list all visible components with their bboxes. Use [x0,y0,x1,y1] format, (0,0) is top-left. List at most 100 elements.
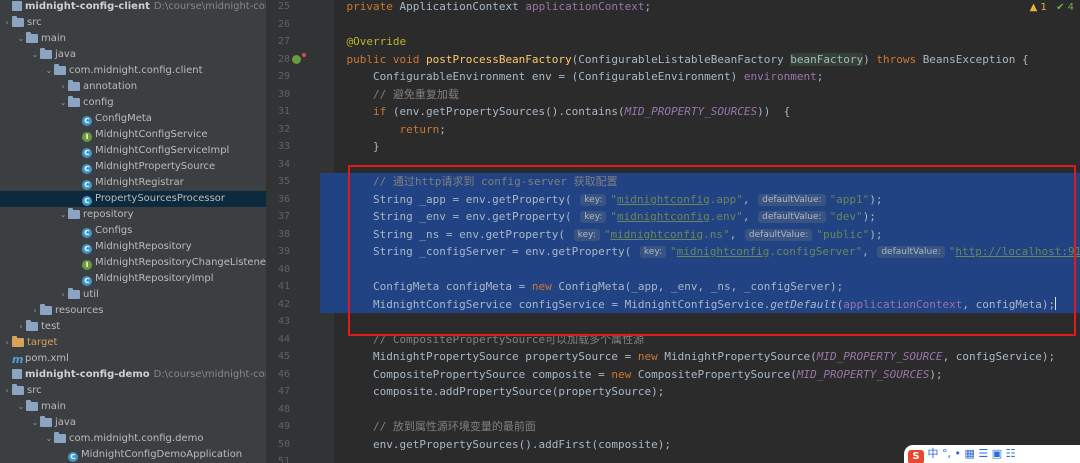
code-line[interactable]: MidnightPropertySource propertySource = … [320,348,1080,366]
expand-arrow-icon[interactable]: ⌄ [44,63,54,79]
inspection-status[interactable]: ▲ 1 ✔ 4 [1030,2,1074,13]
tree-item[interactable]: ⌄ java [0,415,266,431]
code-line[interactable]: MidnightConfigService configService = Mi… [320,295,1080,313]
tree-item[interactable]: C MidnightConfigServiceImpl [0,143,266,159]
code-token: ); [862,210,876,223]
expand-arrow-icon[interactable]: › [16,319,26,335]
tree-item[interactable]: ⌄ main [0,31,266,47]
expand-arrow-icon[interactable]: ⌄ [58,207,68,223]
code-line[interactable]: String _configServer = env.getProperty( … [320,243,1080,261]
line-number: 39 [277,246,290,257]
code-line[interactable] [320,156,1080,174]
code-line[interactable]: } [320,138,1080,156]
tree-item[interactable]: C MidnightPropertySource [0,159,266,175]
expand-arrow-icon[interactable]: ⌄ [30,415,40,431]
code-line[interactable]: // 通过http请求到 config-server 获取配置 [320,173,1080,191]
code-line[interactable]: // 放到属性源环境变量的最前面 [320,418,1080,436]
expand-arrow-icon[interactable]: ⌄ [16,31,26,47]
line-number: 45 [277,351,290,362]
expand-arrow-icon[interactable]: › [58,287,68,303]
parameter-hint: defaultValue: [744,228,813,241]
tree-item[interactable]: ⌄ config [0,95,266,111]
code-token: CompositePropertySource( [637,367,797,381]
code-line[interactable] [320,401,1080,419]
tree-item-label: PropertySourcesProcessor [95,193,226,204]
code-line[interactable]: ConfigMeta configMeta = new ConfigMeta(_… [320,278,1080,296]
tree-item[interactable]: › util [0,287,266,303]
check-count[interactable]: ✔ 4 [1056,2,1074,13]
tree-item-label: MidnightRepositoryChangeListener [95,257,266,268]
expand-arrow-icon[interactable]: ⌄ [58,95,68,111]
expand-arrow-icon[interactable]: ⌄ [16,399,26,415]
code-line[interactable]: String _app = env.getProperty( key: "midn… [320,190,1080,208]
tree-item[interactable]: midnight-config-client D:\course\midnight… [0,0,266,15]
tree-item[interactable]: ⌄ com.midnight.config.demo [0,431,266,447]
code-line[interactable]: private ApplicationContext applicationCo… [320,0,1080,16]
tree-item[interactable]: › annotation [0,79,266,95]
ime-toolbar[interactable]: S 中 °, • ▦ ☰ ▣ ☷ [904,445,1080,463]
tree-item[interactable]: ⌄ repository [0,207,266,223]
tree-item[interactable]: › resources [0,303,266,319]
folder-icon [54,64,66,75]
expand-arrow-icon[interactable]: › [2,383,12,399]
code-token: ); [869,192,883,206]
code-line[interactable]: @Override [320,33,1080,51]
tree-item[interactable]: m pom.xml [0,351,266,367]
expand-arrow-icon[interactable]: ⌄ [44,431,54,447]
tree-item[interactable]: › test [0,319,266,335]
tree-item[interactable]: › target [0,335,266,351]
code-token: midnightconfig [676,245,770,258]
override-marker-icon[interactable] [292,54,301,64]
expand-arrow-icon[interactable]: › [30,303,40,319]
code-line[interactable] [320,16,1080,34]
code-line[interactable]: CompositePropertySource composite = new … [320,366,1080,384]
code-token: // 通过http请求到 config-server 获取配置 [320,175,618,188]
code-line[interactable]: String _env = env.getProperty( key: "midn… [320,208,1080,226]
code-line[interactable]: ConfigurableEnvironment env = (Configura… [320,68,1080,86]
parameter-hint: key: [580,211,607,223]
code-token: "public" [816,227,870,241]
code-token: ); [929,367,943,381]
code-line[interactable]: if (env.getPropertySources().contains(MI… [320,103,1080,121]
code-line[interactable]: public void postProcessBeanFactory(Confi… [320,51,1080,69]
expand-arrow-icon[interactable]: ⌄ [30,47,40,63]
code-editor[interactable]: private ApplicationContext applicationCo… [320,0,1080,463]
code-line[interactable] [320,313,1080,331]
expand-arrow-icon[interactable]: › [2,15,12,31]
code-token: midnightconfig [617,192,710,206]
tree-item[interactable]: C ConfigMeta [0,111,266,127]
code-line[interactable]: return; [320,121,1080,139]
code-line[interactable]: // 避免重复加载 [320,86,1080,104]
tree-item[interactable]: ⌄ java [0,47,266,63]
tree-item-label: java [55,417,76,428]
code-token: MidnightConfigService configService = Mi… [320,297,771,311]
tree-item[interactable]: › src [0,383,266,399]
code-token: } [320,140,380,153]
tree-item[interactable]: › src [0,15,266,31]
code-line[interactable]: composite.addPropertySource(propertySour… [320,383,1080,401]
expand-arrow-icon[interactable]: › [58,79,68,95]
tree-item[interactable]: C MidnightRepositoryImpl [0,271,266,287]
tree-item[interactable]: midnight-config-demo D:\course\midnight-c… [0,367,266,383]
tree-item[interactable]: ⌄ main [0,399,266,415]
tree-item[interactable]: ⌄ com.midnight.config.client [0,63,266,79]
warning-count[interactable]: ▲ 1 [1030,2,1047,13]
tree-item[interactable]: C MidnightConfigDemoApplication [0,447,266,463]
expand-arrow-icon[interactable]: › [2,335,12,351]
code-token: @Override [320,35,407,48]
code-token: (ConfigurableListableBeanFactory [571,52,791,66]
ime-icons[interactable]: 中 °, • ▦ ☰ ▣ ☷ [928,447,1016,460]
code-line[interactable]: // CompositePropertySource可以加载多个属性源 [320,331,1080,349]
sogou-logo[interactable]: S [908,450,924,463]
tree-item[interactable]: C Configs [0,223,266,239]
project-tree[interactable]: midnight-config-client D:\course\midnight… [0,0,266,463]
code-token: ); [869,227,883,241]
code-token: environment [743,70,817,83]
tree-item[interactable]: C MidnightRegistrar [0,175,266,191]
code-line[interactable]: String _ns = env.getProperty( key: "midni… [320,225,1080,243]
tree-item[interactable]: I MidnightConfigService [0,127,266,143]
tree-item[interactable]: I MidnightRepositoryChangeListener [0,255,266,271]
tree-item[interactable]: C MidnightRepository [0,239,266,255]
tree-item[interactable]: C PropertySourcesProcessor [0,191,266,207]
code-line[interactable] [320,260,1080,278]
